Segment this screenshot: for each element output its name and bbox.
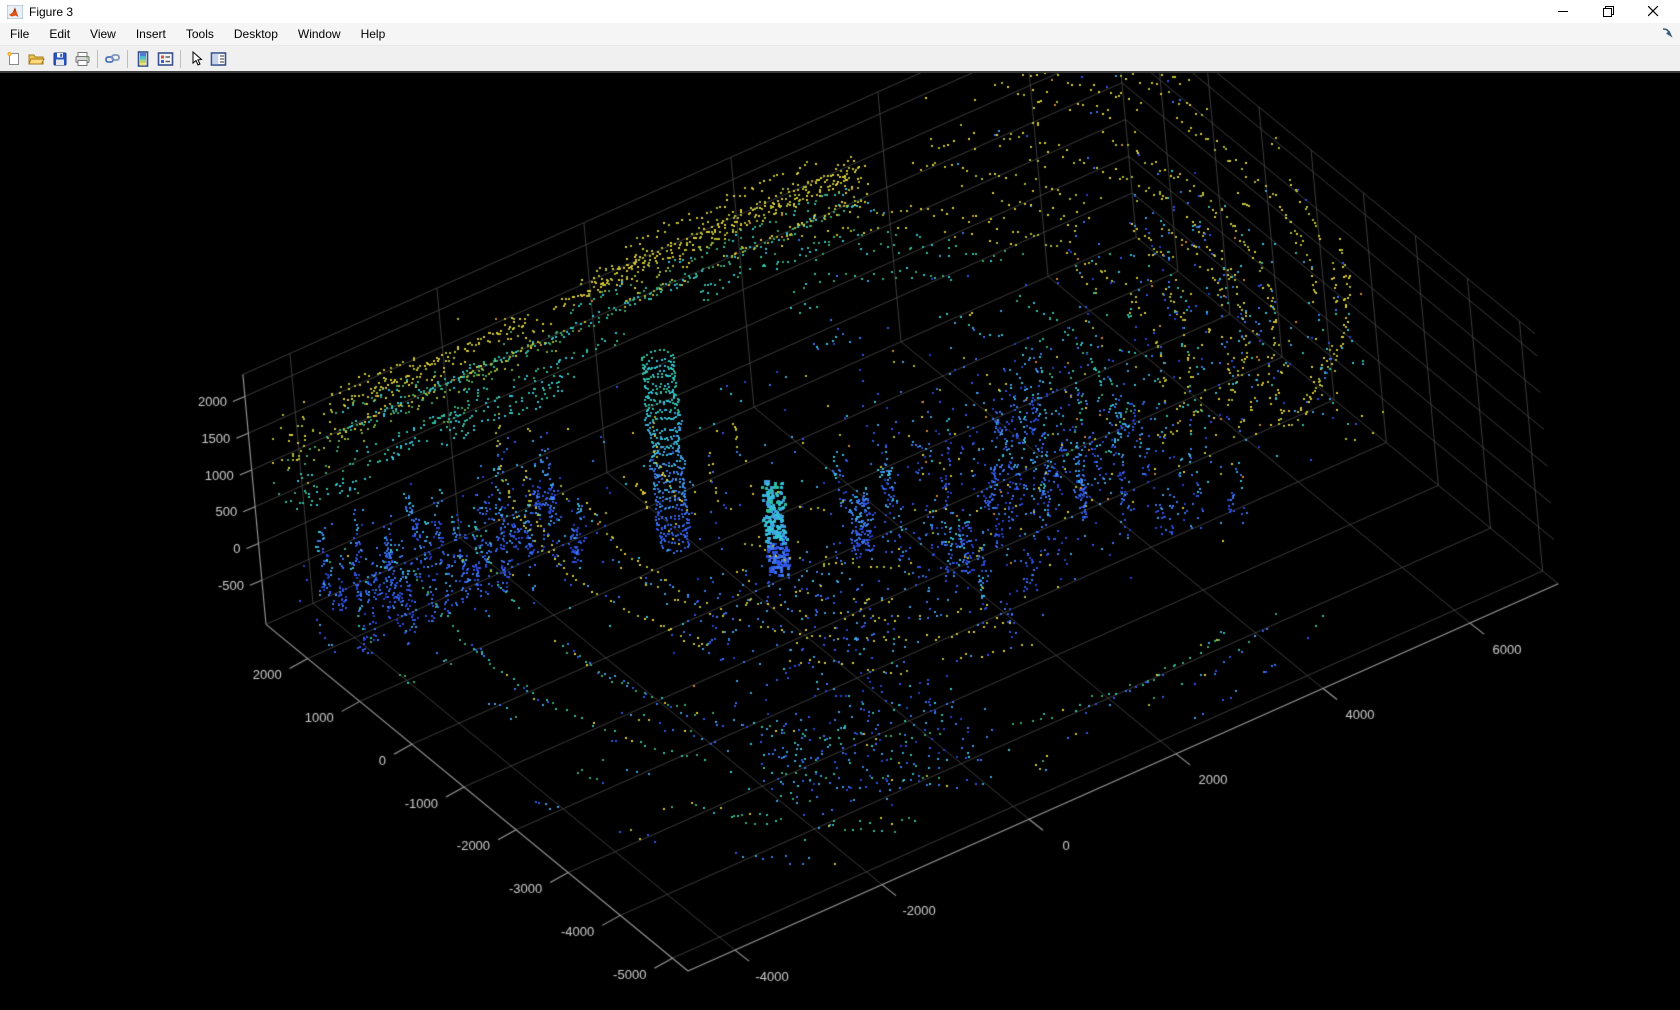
- insert-colorbar-icon: [136, 51, 150, 67]
- print-figure-button[interactable]: [71, 48, 94, 70]
- menu-window[interactable]: Window: [288, 24, 351, 44]
- toolbar-separator: [97, 50, 98, 68]
- open-file-icon: [28, 51, 45, 67]
- restore-icon: [1603, 6, 1614, 17]
- minimize-button[interactable]: [1541, 0, 1586, 23]
- open-file-button[interactable]: [25, 48, 48, 70]
- window-title: Figure 3: [29, 5, 73, 19]
- property-inspector-button[interactable]: [207, 48, 230, 70]
- toolbar-separator: [180, 50, 181, 68]
- title-bar: Figure 3: [0, 0, 1680, 23]
- toolbar-separator: [127, 50, 128, 68]
- link-plot-button[interactable]: [101, 48, 124, 70]
- menu-insert[interactable]: Insert: [126, 24, 176, 44]
- save-figure-button[interactable]: [48, 48, 71, 70]
- figure-toolbar: [0, 46, 1680, 73]
- dock-figure-arrow-icon[interactable]: [1662, 27, 1674, 39]
- property-inspector-icon: [210, 51, 227, 67]
- edit-plot-button[interactable]: [184, 48, 207, 70]
- point-cloud-canvas[interactable]: [0, 73, 1680, 1010]
- menu-help[interactable]: Help: [351, 24, 396, 44]
- menu-file[interactable]: File: [0, 24, 39, 44]
- restore-button[interactable]: [1586, 0, 1631, 23]
- close-icon: [1648, 6, 1659, 17]
- menu-tools[interactable]: Tools: [176, 24, 224, 44]
- print-figure-icon: [74, 51, 91, 67]
- menu-desktop[interactable]: Desktop: [224, 24, 288, 44]
- insert-legend-button[interactable]: [154, 48, 177, 70]
- new-figure-button[interactable]: [2, 48, 25, 70]
- figure-axes-area: [0, 73, 1680, 1010]
- edit-plot-cursor-icon: [189, 51, 203, 67]
- new-figure-icon: [6, 51, 22, 67]
- save-figure-icon: [52, 51, 68, 67]
- minimize-icon: [1558, 6, 1569, 17]
- menu-bar: File Edit View Insert Tools Desktop Wind…: [0, 23, 1680, 46]
- insert-legend-icon: [157, 51, 174, 67]
- insert-colorbar-button[interactable]: [131, 48, 154, 70]
- menu-edit[interactable]: Edit: [39, 24, 80, 44]
- link-plot-icon: [104, 51, 121, 67]
- close-button[interactable]: [1631, 0, 1676, 23]
- matlab-figure-icon: [7, 5, 23, 19]
- menu-view[interactable]: View: [80, 24, 126, 44]
